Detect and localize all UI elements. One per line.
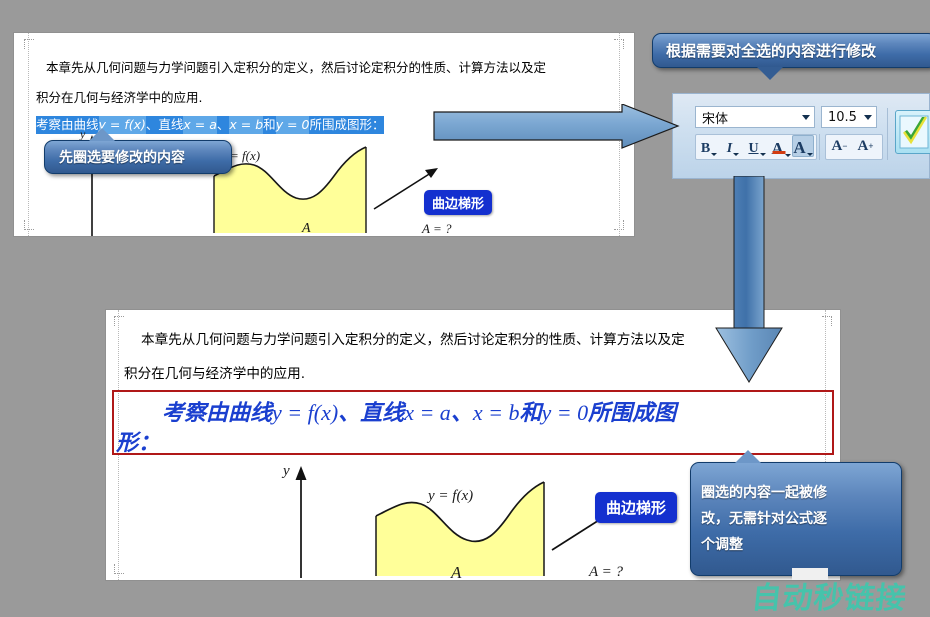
callout-result-line-2: 改，无需针对公式逐: [701, 511, 827, 527]
font-family-value: 宋体: [702, 111, 729, 127]
callout-tail-icon: [757, 67, 783, 80]
doc-corner-mark: [24, 220, 34, 230]
top-doc-paragraph-line-1: 本章先从几何问题与力学问题引入定积分的定义，然后讨论定积分的性质、计算方法以及定: [46, 60, 547, 75]
callout-tail-icon: [735, 450, 761, 463]
edited-seg-cn: 、: [338, 401, 361, 426]
font-color-button-label: A: [771, 139, 784, 158]
toolbar-separator: [887, 108, 888, 160]
underline-button-label: U: [748, 141, 759, 156]
edited-math-line-1: 考察由曲线y = f(x)、直线x = a、x = b和y = 0所围成图: [162, 395, 676, 427]
chevron-down-icon[interactable]: [733, 153, 740, 156]
top-figure-area-question: A = ?: [422, 221, 452, 236]
doc-corner-mark: [24, 39, 34, 49]
callout-modify-as-needed: 根据需要对全选的内容进行修改: [652, 33, 930, 80]
edited-seg-formula: x = a: [404, 400, 451, 425]
bottom-curvilinear-trapezoid-tag: 曲边梯形: [595, 492, 677, 523]
callout-modify-as-needed-label: 根据需要对全选的内容进行修改: [666, 42, 877, 60]
shrink-font-label: A: [831, 137, 843, 154]
bottom-figure-curve-label: y = f(x): [428, 488, 474, 504]
italic-button-label: I: [726, 141, 733, 156]
italic-button[interactable]: I: [722, 136, 744, 156]
edited-seg-cn: 考察由曲线: [162, 401, 273, 426]
edited-seg-cn: 、: [450, 401, 473, 426]
top-curvilinear-trapezoid-tag: 曲边梯形: [424, 190, 492, 215]
edited-seg-cn: 所围成图: [588, 401, 677, 426]
left-margin-guide: [28, 33, 29, 236]
doc-corner-mark: [114, 564, 124, 574]
bottom-doc-paragraph-line-1: 本章先从几何问题与力学问题引入定积分的定义，然后讨论定积分的性质、计算方法以及定: [141, 332, 685, 348]
font-size-value: 10.5: [828, 109, 857, 125]
edited-seg-formula: y = f(x): [272, 400, 339, 425]
slide-canvas: 本章先从几何问题与力学问题引入定积分的定义，然后讨论定积分的性质、计算方法以及定…: [0, 0, 930, 616]
bold-button-label: B: [700, 141, 711, 156]
edited-content-highlight-box: 考察由曲线y = f(x)、直线x = a、x = b和y = 0所围成图 形：: [112, 390, 834, 456]
top-figure-area-label: A: [302, 221, 311, 236]
chevron-down-icon[interactable]: [860, 114, 876, 120]
font-size-combo[interactable]: 10.5: [821, 106, 877, 128]
chevron-down-icon[interactable]: [759, 153, 766, 156]
font-color-button[interactable]: A: [770, 135, 792, 157]
flow-arrow-down: [715, 176, 783, 383]
callout-select-first: 先圈选要修改的内容: [44, 128, 232, 174]
callout-result-line-3: 个调整: [701, 537, 743, 553]
edited-seg-formula: x = b: [472, 400, 520, 425]
grow-font-superscript: +: [868, 141, 874, 151]
toolbar-separator: [819, 134, 820, 160]
watermark-text: 自动秒链接: [749, 581, 909, 616]
bottom-doc-figure: [186, 458, 666, 580]
bottom-figure-area-label: A: [451, 563, 462, 580]
edited-math-line-2: 形：: [116, 431, 161, 456]
chevron-down-icon[interactable]: [711, 153, 718, 156]
edited-seg-formula: y = 0: [541, 400, 589, 425]
grow-font-button[interactable]: A +: [853, 136, 878, 156]
chevron-down-icon[interactable]: [798, 114, 814, 120]
edited-seg-cn: 和: [519, 401, 542, 426]
font-family-combo[interactable]: 宋体: [695, 106, 815, 128]
flow-arrow-right: [433, 104, 680, 149]
callout-select-first-label: 先圈选要修改的内容: [59, 150, 185, 166]
highlight-button-label: A: [793, 138, 806, 157]
highlight-button[interactable]: A: [792, 135, 814, 157]
callout-result-line-1: 圈选的内容一起被修: [701, 485, 827, 501]
mini-format-toolbar-panel: 宋体 10.5 B I U A A A − A +: [672, 93, 930, 179]
shrink-font-button[interactable]: A −: [827, 136, 852, 156]
doc-corner-mark: [114, 316, 124, 326]
font-color-swatch-icon: [772, 151, 786, 154]
grow-font-label: A: [857, 137, 869, 154]
green-check-icon[interactable]: [895, 110, 930, 154]
doc-corner-mark: [822, 316, 832, 326]
chevron-down-icon[interactable]: [806, 153, 813, 156]
edited-seg-cn: 直线: [360, 401, 405, 426]
bold-button[interactable]: B: [698, 136, 720, 156]
shrink-font-superscript: −: [842, 141, 848, 151]
bottom-figure-y-axis-label: y: [283, 463, 290, 479]
chevron-down-icon[interactable]: [784, 154, 791, 157]
underline-button[interactable]: U: [746, 136, 768, 156]
callout-tail-icon: [89, 128, 115, 141]
bottom-doc-paragraph-line-2: 积分在几何与经济学中的应用.: [124, 366, 306, 382]
bottom-figure-area-question: A = ?: [589, 564, 624, 580]
callout-result: 圈选的内容一起被修 改，无需针对公式逐 个调整: [690, 450, 902, 576]
top-doc-paragraph-line-2: 积分在几何与经济学中的应用.: [36, 90, 203, 105]
